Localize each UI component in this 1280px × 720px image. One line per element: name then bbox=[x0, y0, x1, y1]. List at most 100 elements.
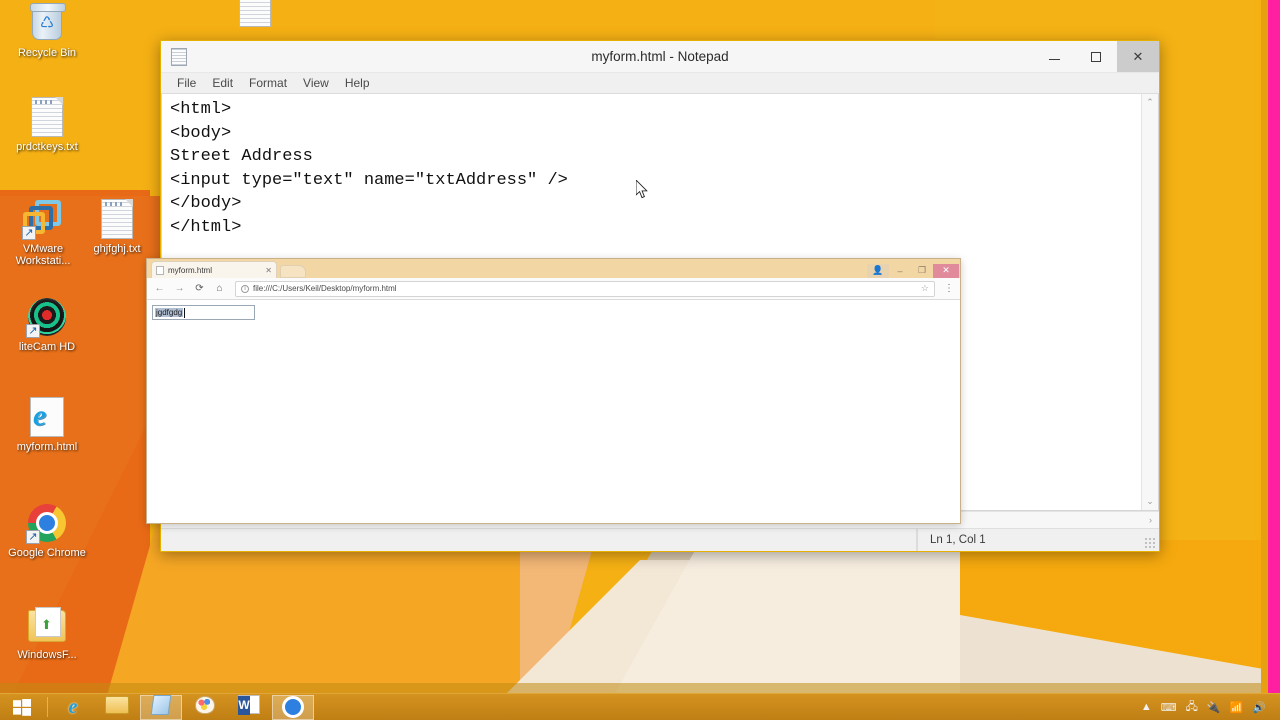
notepad-icon bbox=[171, 47, 187, 66]
desktop-icon-label: VMware Workstati... bbox=[15, 243, 71, 267]
chrome-window[interactable]: myform.html ✕ 👤 – ❐ ✕ ← → ⟳ ⌂ i file:///… bbox=[146, 258, 961, 524]
tray-icon[interactable]: 🔌 bbox=[1207, 701, 1221, 714]
desktop-icon-label: ghjfghj.txt bbox=[93, 243, 141, 255]
desktop-icon-label: myform.html bbox=[16, 441, 78, 453]
taskbar-item-internet-explorer[interactable]: e bbox=[52, 695, 94, 720]
text-file-icon bbox=[96, 198, 138, 240]
taskbar-item-microsoft-word[interactable]: W bbox=[228, 695, 270, 720]
chrome-maximize-button[interactable]: ❐ bbox=[911, 264, 933, 278]
taskbar-item-paint[interactable] bbox=[184, 695, 226, 720]
desktop-icon-label: prdctkeys.txt bbox=[16, 141, 78, 153]
resize-grip[interactable] bbox=[1144, 537, 1156, 549]
desktop-icon-myform-html[interactable]: myform.html bbox=[8, 396, 86, 453]
desktop-icon-windowsf[interactable]: WindowsF... bbox=[8, 604, 86, 661]
litecam-icon: ↗ bbox=[26, 296, 68, 338]
notepad-icon bbox=[150, 694, 172, 720]
taskbar-divider bbox=[47, 697, 48, 717]
shortcut-overlay-icon: ↗ bbox=[26, 530, 40, 544]
new-tab-button[interactable] bbox=[280, 265, 306, 278]
back-arrow-icon[interactable]: ← bbox=[151, 280, 168, 297]
paint-icon bbox=[195, 695, 215, 719]
desktop-icon-partial-top[interactable] bbox=[216, 0, 294, 28]
chrome-tab[interactable]: myform.html ✕ bbox=[151, 261, 277, 278]
close-icon[interactable]: ✕ bbox=[265, 266, 272, 275]
menu-item-help[interactable]: Help bbox=[337, 75, 378, 91]
chrome-tab-strip[interactable]: myform.html ✕ 👤 – ❐ ✕ bbox=[147, 259, 960, 278]
taskbar-item-notepad[interactable] bbox=[140, 694, 182, 720]
screen-edge-strip bbox=[1261, 0, 1268, 720]
address-bar[interactable]: i file:///C:/Users/Keil/Desktop/myform.h… bbox=[235, 280, 935, 297]
chrome-toolbar: ← → ⟳ ⌂ i file:///C:/Users/Keil/Desktop/… bbox=[147, 278, 960, 300]
chrome-window-controls: 👤 – ❐ ✕ bbox=[867, 263, 959, 278]
home-icon[interactable]: ⌂ bbox=[211, 280, 228, 297]
word-icon: W bbox=[238, 695, 260, 719]
shortcut-overlay-icon: ↗ bbox=[22, 226, 36, 240]
menu-item-file[interactable]: File bbox=[169, 75, 204, 91]
chrome-tab-title: myform.html bbox=[168, 265, 212, 275]
scroll-up-arrow-icon[interactable]: ⌃ bbox=[1142, 94, 1159, 111]
chrome-close-button[interactable]: ✕ bbox=[933, 263, 959, 278]
notepad-maximize-button[interactable] bbox=[1075, 41, 1117, 72]
ie-icon: e bbox=[68, 695, 78, 718]
tray-icon[interactable]: 🔊 bbox=[1252, 701, 1266, 714]
address-input-value: jgdfgdg bbox=[155, 308, 184, 317]
forward-arrow-icon[interactable]: → bbox=[171, 280, 188, 297]
shortcut-overlay-icon: ↗ bbox=[26, 324, 40, 338]
notepad-window-controls: ✕ bbox=[1033, 41, 1159, 72]
recycle-bin-icon bbox=[26, 2, 68, 44]
taskbar-item-file-explorer[interactable] bbox=[96, 695, 138, 720]
cursor-position-label: Ln 1, Col 1 bbox=[917, 529, 986, 551]
start-button[interactable] bbox=[0, 694, 44, 720]
wallpaper-shape bbox=[0, 683, 1280, 693]
desktop-icon-litecam-hd[interactable]: ↗ liteCam HD bbox=[8, 296, 86, 353]
text-file-icon bbox=[234, 0, 276, 28]
notepad-status-bar: Ln 1, Col 1 bbox=[161, 528, 1159, 551]
tray-icon[interactable]: ⌨ bbox=[1161, 701, 1177, 714]
url-text: file:///C:/Users/Keil/Desktop/myform.htm… bbox=[253, 284, 397, 293]
tray-icon[interactable]: ▲ bbox=[1141, 701, 1152, 713]
notepad-close-button[interactable]: ✕ bbox=[1117, 41, 1159, 72]
ie-html-file-icon bbox=[26, 396, 68, 438]
desktop-icon-label: liteCam HD bbox=[18, 341, 76, 353]
chrome-page-viewport: jgdfgdg bbox=[147, 300, 960, 523]
system-tray[interactable]: ▲ ⌨ 🖧 🔌 📶 🔊 bbox=[1141, 698, 1280, 717]
notepad-minimize-button[interactable] bbox=[1033, 41, 1075, 72]
taskbar-item-list: eW bbox=[51, 694, 315, 720]
scroll-right-arrow-icon[interactable]: › bbox=[1142, 515, 1159, 525]
desktop-icon-ghjfghj-txt[interactable]: ghjfghj.txt bbox=[78, 198, 156, 255]
desktop-icon-google-chrome[interactable]: ↗ Google Chrome bbox=[8, 502, 86, 559]
notepad-title-bar[interactable]: myform.html - Notepad ✕ bbox=[161, 41, 1159, 73]
tray-icon[interactable]: 📶 bbox=[1230, 701, 1244, 714]
menu-item-edit[interactable]: Edit bbox=[204, 75, 241, 91]
desktop-icon-label: WindowsF... bbox=[17, 649, 77, 661]
notepad-menu-bar: File Edit Format View Help bbox=[161, 73, 1159, 94]
desktop-icon-prdctkeys-txt[interactable]: prdctkeys.txt bbox=[8, 96, 86, 153]
taskbar[interactable]: eW ▲ ⌨ 🖧 🔌 📶 🔊 bbox=[0, 693, 1280, 720]
tray-icon[interactable]: 🖧 bbox=[1186, 698, 1198, 717]
chrome-menu-icon[interactable]: ⋮ bbox=[942, 283, 956, 294]
text-caret bbox=[184, 307, 186, 318]
chrome-minimize-button[interactable]: – bbox=[889, 264, 911, 278]
scroll-down-arrow-icon[interactable]: ⌄ bbox=[1142, 493, 1159, 510]
menu-item-view[interactable]: View bbox=[295, 75, 337, 91]
bookmark-star-icon[interactable]: ☆ bbox=[921, 283, 929, 294]
text-file-icon bbox=[26, 96, 68, 138]
desktop-icon-label: Recycle Bin bbox=[17, 47, 77, 59]
notepad-title-text: myform.html - Notepad bbox=[591, 49, 729, 64]
menu-item-format[interactable]: Format bbox=[241, 75, 295, 91]
desktop-icon-vmware-workstati[interactable]: ↗ VMware Workstati... bbox=[4, 198, 82, 267]
notepad-vertical-scrollbar[interactable]: ⌃ ⌄ bbox=[1141, 94, 1158, 510]
desktop-icon-recycle-bin[interactable]: Recycle Bin bbox=[8, 2, 86, 59]
vmware-icon: ↗ bbox=[22, 198, 64, 240]
magenta-edge-strip bbox=[1268, 0, 1280, 720]
page-favicon-icon bbox=[156, 265, 164, 275]
explorer-icon bbox=[105, 695, 129, 719]
address-text-input[interactable]: jgdfgdg bbox=[152, 305, 255, 320]
taskbar-item-google-chrome[interactable] bbox=[272, 694, 314, 720]
chrome-icon: ↗ bbox=[26, 502, 68, 544]
page-info-icon[interactable]: i bbox=[241, 284, 249, 293]
reload-icon[interactable]: ⟳ bbox=[191, 280, 208, 297]
maximize-icon bbox=[1091, 51, 1101, 62]
windows-start-icon bbox=[13, 698, 31, 716]
profile-avatar-icon[interactable]: 👤 bbox=[867, 263, 889, 278]
